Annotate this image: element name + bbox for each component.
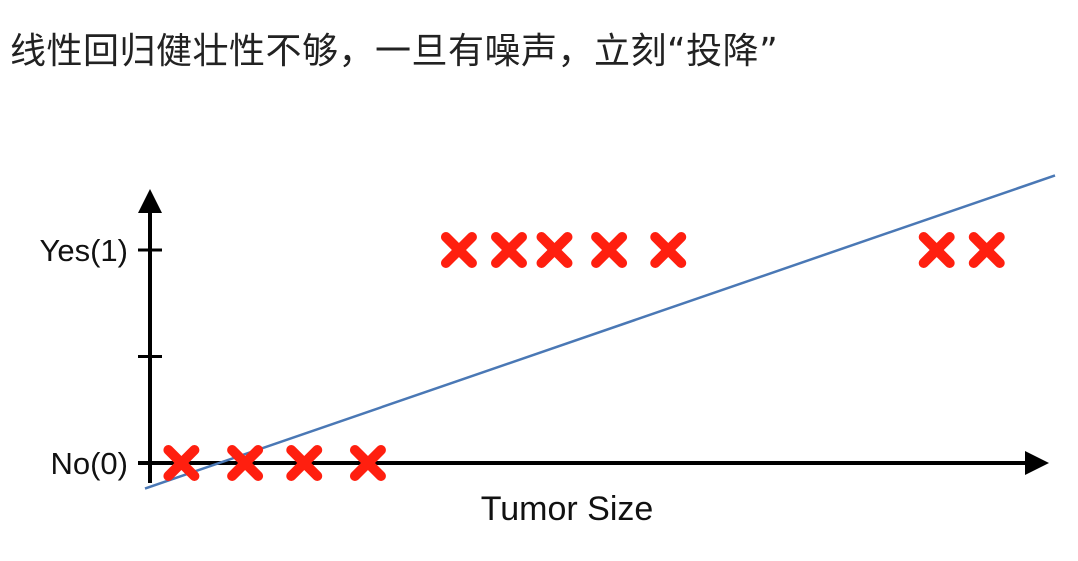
data-point-x-marker xyxy=(491,232,527,268)
y-tick-label: No(0) xyxy=(50,446,128,481)
data-point-x-marker xyxy=(591,232,628,268)
x-axis-label: Tumor Size xyxy=(481,490,654,528)
regression-line xyxy=(144,174,1056,490)
data-point-x-marker xyxy=(536,232,573,268)
y-ticks: Yes(1) No(0) xyxy=(40,233,162,481)
data-point-x-marker xyxy=(918,232,955,268)
regression-line-group xyxy=(144,174,1056,490)
data-point-x-marker xyxy=(968,232,1005,268)
axes xyxy=(138,189,1049,483)
chart: Yes(1) No(0) Tumor Size xyxy=(40,174,1056,528)
data-point-x-marker xyxy=(650,232,687,268)
data-point-x-marker xyxy=(440,232,477,268)
data-points xyxy=(163,232,1005,481)
y-tick-label: Yes(1) xyxy=(40,233,128,268)
